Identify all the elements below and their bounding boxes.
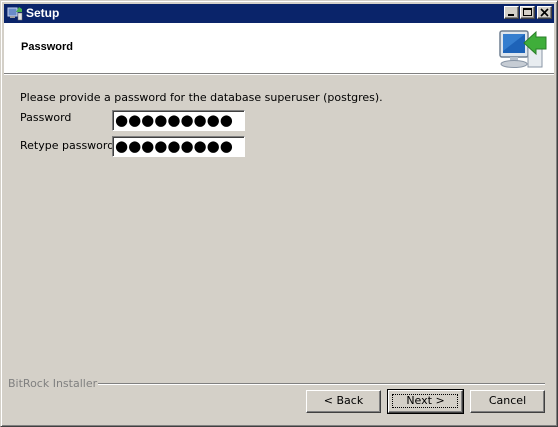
app-icon xyxy=(7,6,23,21)
window-title: Setup xyxy=(26,6,60,20)
next-button-label: Next > xyxy=(406,394,445,407)
password-label: Password xyxy=(20,111,72,124)
title-bar[interactable]: Setup xyxy=(4,4,554,23)
wizard-header: Password xyxy=(4,23,554,73)
installer-brand: BitRock Installer xyxy=(8,377,98,390)
close-button[interactable] xyxy=(537,6,552,19)
retype-password-label: Retype password xyxy=(20,139,115,152)
footer-divider xyxy=(98,383,545,385)
next-button[interactable]: Next > xyxy=(387,389,464,414)
cancel-button[interactable]: Cancel xyxy=(470,390,545,413)
password-input[interactable]: ●●●●●●●●● xyxy=(112,110,245,131)
cancel-button-label: Cancel xyxy=(488,394,527,407)
minimize-icon xyxy=(508,14,514,16)
page-title: Password xyxy=(21,41,73,53)
minimize-button[interactable] xyxy=(504,6,519,19)
back-button[interactable]: < Back xyxy=(306,390,381,413)
installer-monitor-arrow-icon xyxy=(496,27,548,71)
close-icon xyxy=(540,8,549,17)
setup-window: Setup Password Please provide a password… xyxy=(0,0,558,427)
maximize-icon xyxy=(523,8,532,16)
header-divider xyxy=(4,73,554,75)
intro-text: Please provide a password for the databa… xyxy=(20,91,383,104)
maximize-button[interactable] xyxy=(520,6,535,19)
back-button-label: < Back xyxy=(323,394,364,407)
retype-password-input[interactable]: ●●●●●●●●● xyxy=(112,136,245,157)
